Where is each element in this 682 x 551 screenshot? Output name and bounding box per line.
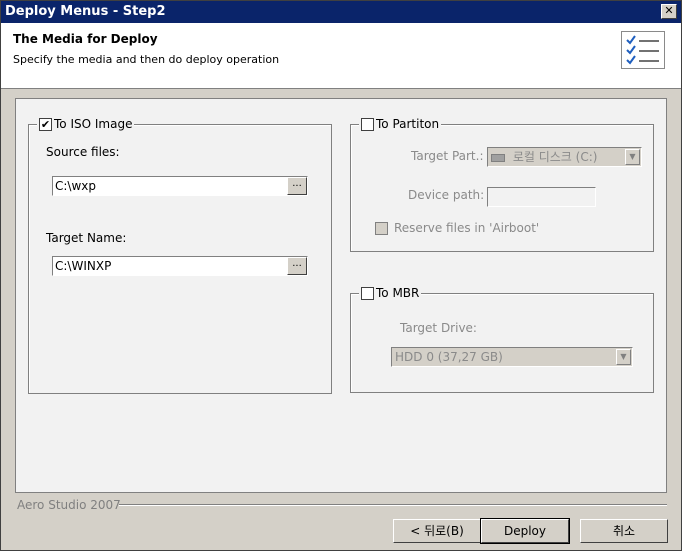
close-icon: ✕: [664, 4, 674, 17]
partition-checkbox[interactable]: To Partiton: [359, 117, 442, 131]
source-files-input[interactable]: C:\wxp: [52, 176, 308, 196]
partition-check-icon: [361, 117, 374, 131]
iso-group: ✔ To ISO Image Source files: C:\wxp ... …: [28, 117, 332, 394]
reserve-check-icon: [375, 221, 388, 235]
target-part-label: Target Part.:: [411, 149, 484, 163]
title-bar: Deploy Menus - Step2 ✕: [1, 1, 681, 23]
iso-check-icon: ✔: [39, 117, 52, 131]
header-subtitle: Specify the media and then do deploy ope…: [13, 53, 280, 66]
back-button[interactable]: < 뒤로(B): [393, 519, 481, 543]
partition-label: To Partiton: [376, 117, 440, 131]
target-drive-value: HDD 0 (37,27 GB): [395, 350, 503, 364]
close-button[interactable]: ✕: [661, 4, 677, 19]
chevron-down-icon: ▼: [625, 149, 640, 165]
device-path-label: Device path:: [408, 188, 485, 202]
wizard-header: The Media for Deploy Specify the media a…: [1, 23, 681, 89]
reserve-files-checkbox[interactable]: Reserve files in 'Airboot': [375, 221, 539, 235]
deploy-dialog: Deploy Menus - Step2 ✕ The Media for Dep…: [0, 0, 682, 551]
target-drive-label: Target Drive:: [400, 321, 477, 335]
window-title: Deploy Menus - Step2: [5, 4, 166, 19]
disk-icon: [491, 153, 505, 162]
target-part-select[interactable]: 로컬 디스크 (C:) ▼: [487, 147, 642, 167]
target-name-input[interactable]: C:\WINXP: [52, 256, 308, 276]
header-title: The Media for Deploy: [13, 32, 158, 46]
device-path-input[interactable]: [487, 187, 596, 207]
mbr-checkbox[interactable]: To MBR: [359, 286, 422, 300]
target-part-value: 로컬 디스크 (C:): [512, 150, 598, 164]
iso-checkbox[interactable]: ✔ To ISO Image: [37, 117, 135, 131]
mbr-label: To MBR: [376, 286, 420, 300]
partition-group: To Partiton Target Part.: 로컬 디스크 (C:) ▼ …: [350, 117, 654, 252]
checklist-icon: [621, 31, 665, 69]
mbr-check-icon: [361, 286, 374, 300]
options-panel: ✔ To ISO Image Source files: C:\wxp ... …: [15, 98, 667, 493]
reserve-files-label: Reserve files in 'Airboot': [394, 221, 540, 235]
mbr-group: To MBR Target Drive: HDD 0 (37,27 GB) ▼: [350, 286, 654, 393]
chevron-down-icon: ▼: [616, 349, 631, 365]
target-name-label: Target Name:: [46, 231, 127, 245]
source-files-label: Source files:: [46, 145, 120, 159]
iso-label: To ISO Image: [54, 117, 133, 131]
cancel-button[interactable]: 취소: [580, 519, 668, 543]
deploy-button[interactable]: Deploy: [480, 518, 570, 544]
source-browse-button[interactable]: ...: [287, 177, 307, 195]
target-browse-button[interactable]: ...: [287, 257, 307, 275]
brand-label: Aero Studio 2007: [17, 498, 121, 512]
target-drive-select[interactable]: HDD 0 (37,27 GB) ▼: [391, 347, 633, 367]
footer-divider: [119, 504, 667, 506]
